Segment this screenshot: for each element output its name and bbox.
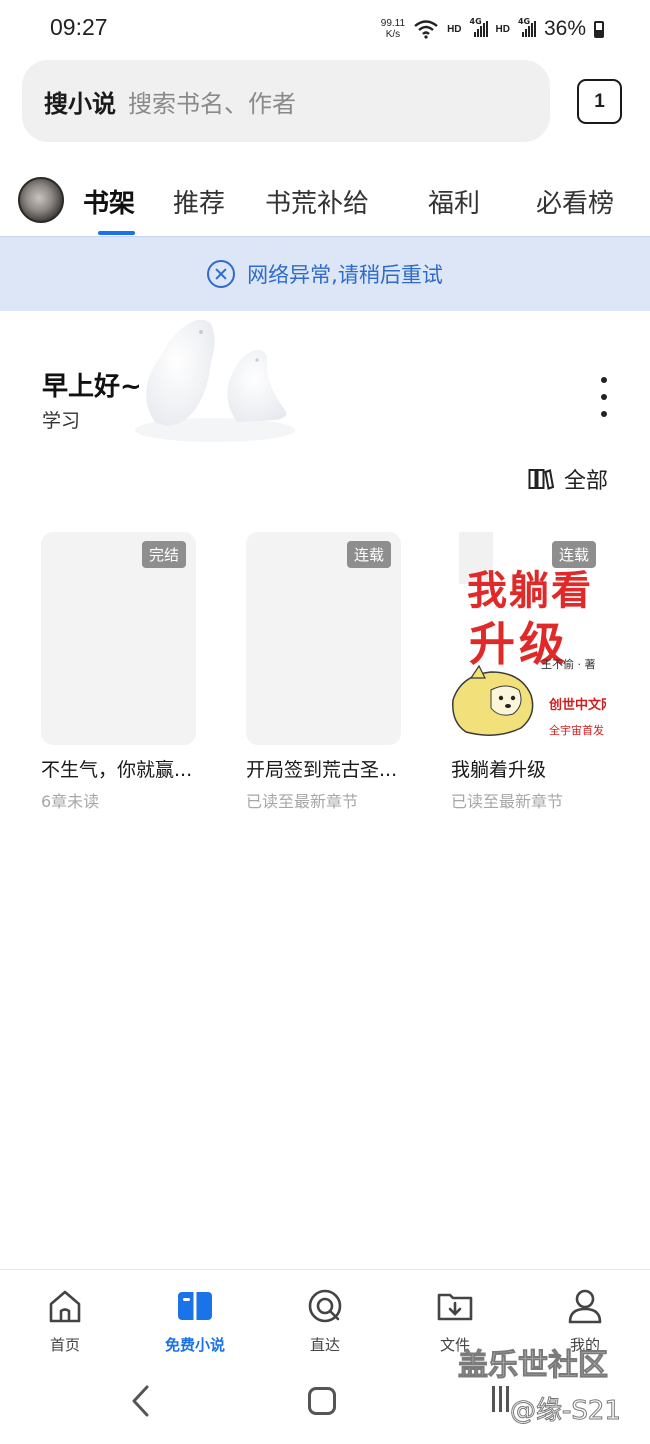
book-cover[interactable]: 我躺看 升级 王不偷 · 著 创世中文网 全宇宙首发 连载: [451, 532, 606, 745]
status-time: 09:27: [50, 14, 108, 40]
book-cover[interactable]: 连载: [246, 532, 401, 745]
book-progress: 已读至最新章节: [246, 792, 359, 811]
search-bar[interactable]: 搜小说 搜索书名、作者: [22, 60, 550, 142]
hd-label: HD: [447, 23, 462, 35]
avatar[interactable]: [18, 177, 64, 223]
nav-direct-label: 直达: [309, 1336, 340, 1354]
book-title: 我躺着升级: [451, 759, 547, 781]
watermark-user: @缘-S21: [510, 1396, 622, 1427]
watermark-community: 盖乐世社区: [458, 1348, 609, 1384]
tab-count-button[interactable]: 1: [577, 79, 622, 124]
book-cover[interactable]: 完结: [41, 532, 196, 745]
battery-percent: 36%: [543, 17, 586, 40]
open-book-icon: [178, 1292, 212, 1320]
nav-free-novels-label: 免费小说: [164, 1336, 225, 1354]
status-indicators: 99.11 K/s HD 4G HD 4G 36%: [381, 14, 604, 44]
book-card[interactable]: 完结 不生气，你就赢... 6章未读: [41, 532, 196, 812]
nav-home-label: 首页: [49, 1336, 80, 1354]
dog-illustration-icon: [452, 664, 534, 736]
folder-download-icon: [437, 1293, 473, 1321]
book-title: 不生气，你就赢...: [41, 759, 193, 781]
nav-free-novels[interactable]: 免费小说: [145, 1286, 245, 1355]
tab-book-supply[interactable]: 书荒补给: [265, 183, 369, 220]
cover-publisher: 创世中文网: [549, 698, 606, 713]
nav-direct[interactable]: 直达: [275, 1286, 375, 1355]
filter-all-button[interactable]: 全部: [528, 463, 608, 495]
greeting-subtitle: 学习: [42, 410, 81, 432]
greeting-title: 早上好~: [42, 372, 142, 402]
book-title: 开局签到荒古圣...: [246, 759, 398, 781]
birds-illustration-icon: [135, 319, 295, 442]
close-circle-icon: [207, 260, 236, 288]
signal-icon: 4G: [470, 17, 488, 37]
status-badge: 连载: [346, 541, 391, 568]
search-target-icon: [308, 1289, 342, 1323]
tab-bookshelf[interactable]: 书架: [83, 183, 135, 220]
status-badge: 连载: [551, 541, 596, 568]
battery-icon: [594, 20, 604, 38]
bookshelf-icon: [528, 469, 554, 490]
tab-welfare[interactable]: 福利: [428, 183, 480, 220]
filter-all-label: 全部: [563, 469, 608, 494]
nav-home[interactable]: 首页: [15, 1286, 115, 1355]
tab-must-read[interactable]: 必看榜: [536, 183, 614, 220]
active-tab-indicator: [98, 231, 135, 235]
tab-recommend[interactable]: 推荐: [173, 183, 225, 220]
hd-label-2: HD: [495, 23, 510, 35]
book-progress: 6章未读: [41, 792, 100, 811]
search-brand-label: 搜小说: [44, 89, 116, 118]
book-progress: 已读至最新章节: [451, 792, 564, 811]
cover-author: 王不偷 · 著: [541, 658, 596, 671]
back-icon[interactable]: [128, 1384, 152, 1418]
wifi-icon: [414, 20, 438, 39]
network-speed: 99.11 K/s: [380, 18, 406, 40]
search-input-placeholder[interactable]: 搜索书名、作者: [128, 84, 296, 119]
recent-apps-icon[interactable]: [492, 1386, 509, 1412]
book-card[interactable]: 我躺看 升级 王不偷 · 著 创世中文网 全宇宙首发 连载 我躺着升级 已读至最…: [451, 532, 606, 812]
signal-icon-2: 4G: [518, 17, 536, 37]
error-message: 网络异常,请稍后重试: [247, 263, 443, 287]
book-card[interactable]: 连载 开局签到荒古圣... 已读至最新章节: [246, 532, 401, 812]
more-options-icon[interactable]: [598, 377, 610, 417]
status-badge: 完结: [141, 541, 186, 568]
home-button-icon[interactable]: [308, 1387, 336, 1415]
person-icon: [568, 1289, 602, 1324]
home-icon: [49, 1290, 81, 1323]
cover-slogan: 全宇宙首发: [549, 724, 604, 737]
status-bar: 09:27 99.11 K/s HD 4G HD 4G 36%: [0, 0, 650, 58]
network-error-banner[interactable]: 网络异常,请稍后重试: [0, 236, 650, 311]
